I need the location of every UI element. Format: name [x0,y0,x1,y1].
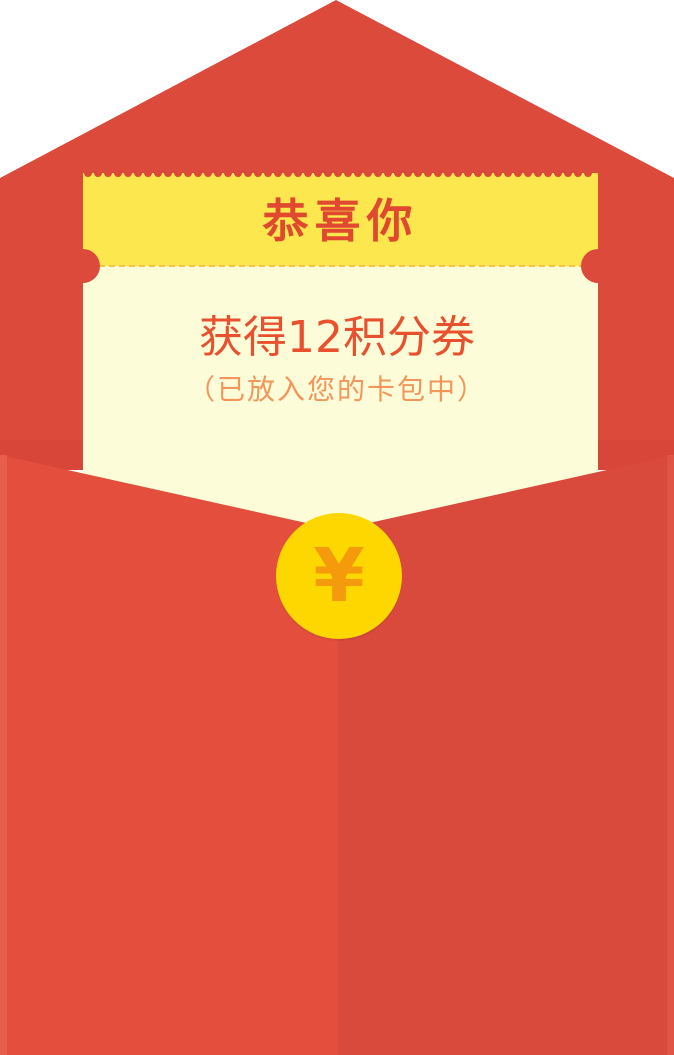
yuan-coin-icon[interactable]: ¥ [276,513,402,639]
yuan-symbol: ¥ [313,533,365,619]
red-envelope-popup: 恭喜你 获得12积分券 （已放入您的卡包中） ¥ [0,0,674,1055]
